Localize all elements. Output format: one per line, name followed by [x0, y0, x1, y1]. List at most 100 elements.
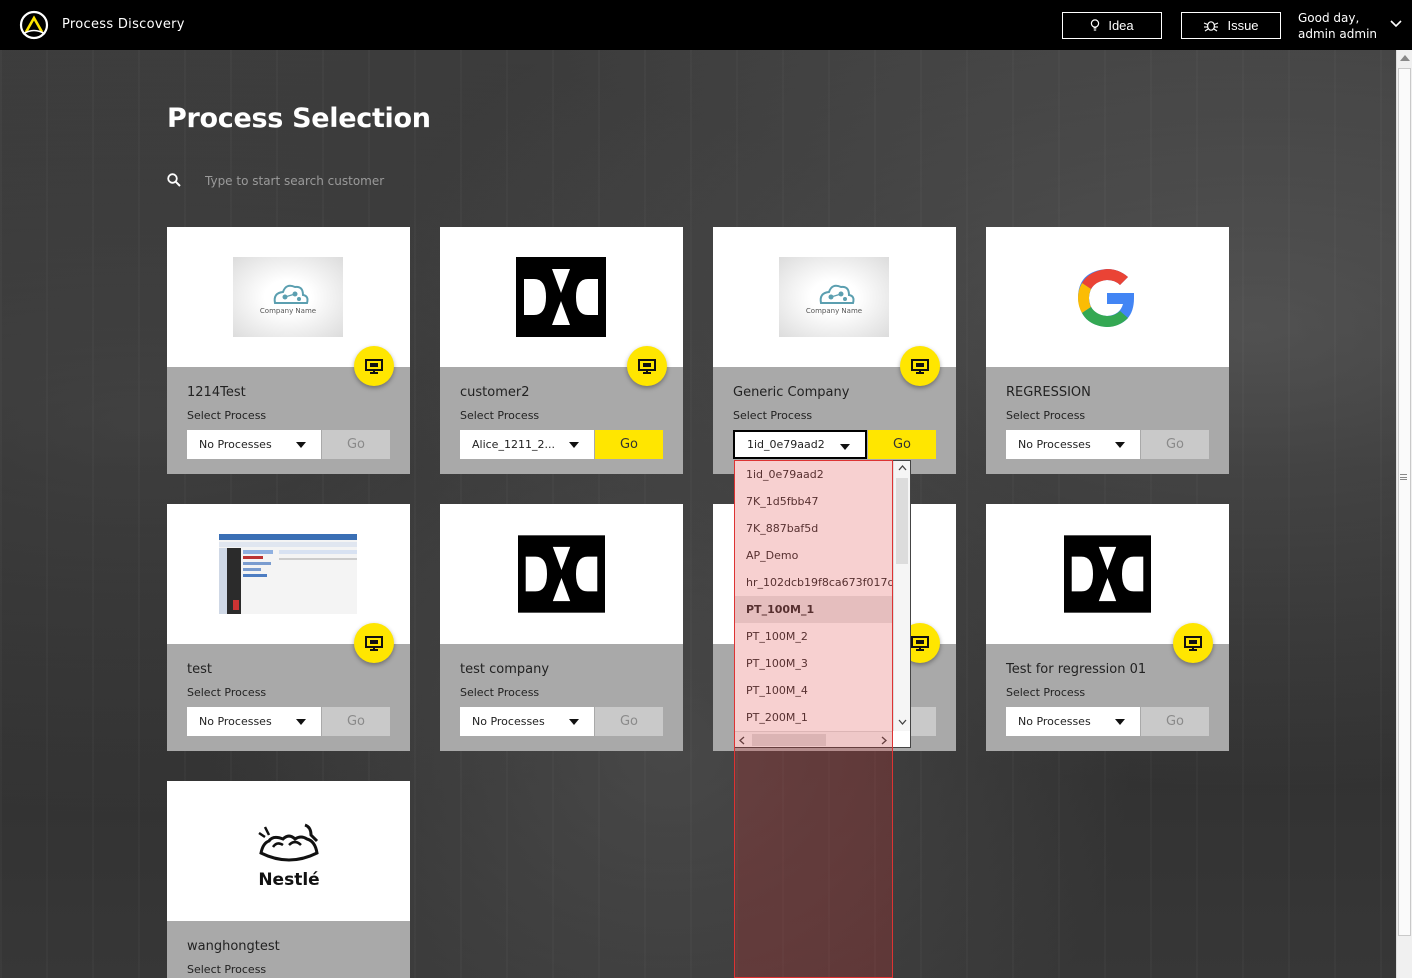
go-button[interactable]: Go — [322, 707, 390, 736]
dxc-logo — [1064, 535, 1151, 613]
customer-search-input[interactable] — [195, 168, 495, 194]
dropdown-option[interactable]: 7K_1d5fbb47 — [735, 488, 893, 515]
process-dropdown-list[interactable]: 1id_0e79aad2 7K_1d5fbb47 7K_887baf5d AP_… — [734, 460, 911, 748]
dropdown-option-hovered[interactable]: PT_100M_1 — [735, 596, 893, 623]
process-select-value: No Processes — [472, 715, 545, 728]
screenshot-thumbnail — [219, 534, 357, 614]
app-logo-icon[interactable] — [19, 10, 49, 40]
card-logo-area — [986, 227, 1229, 367]
process-select[interactable]: No Processes — [460, 707, 594, 736]
monitor-icon — [1184, 635, 1202, 651]
monitor-icon — [911, 635, 929, 651]
customer-card-test-for-regression-01: Test for regression 01 Select Process No… — [986, 504, 1229, 751]
process-select-open[interactable]: 1id_0e79aad2 — [733, 430, 867, 459]
process-select[interactable]: No Processes — [187, 707, 321, 736]
page-title: Process Selection — [167, 103, 431, 134]
company-name-text: Company Name — [806, 307, 862, 315]
customer-name: wanghongtest — [187, 939, 280, 954]
process-select[interactable]: No Processes — [1006, 707, 1140, 736]
process-monitor-button[interactable] — [354, 346, 394, 386]
top-bar: Process Discovery Idea Issue Good day, a… — [0, 0, 1412, 50]
caret-down-icon — [569, 442, 579, 448]
dropdown-options: 1id_0e79aad2 7K_1d5fbb47 7K_887baf5d AP_… — [735, 461, 893, 731]
customer-card-customer2: customer2 Select Process Alice_1211_2...… — [440, 227, 683, 474]
customer-name: test company — [460, 662, 550, 677]
process-select-value: No Processes — [199, 715, 272, 728]
dropdown-option[interactable]: PT_100M_2 — [735, 623, 893, 650]
dropdown-hscroll-thumb[interactable] — [752, 734, 826, 746]
dropdown-option[interactable]: PT_100M_3 — [735, 650, 893, 677]
company-name-logo: Company Name — [233, 257, 343, 337]
google-logo — [1078, 269, 1134, 327]
app-title[interactable]: Process Discovery — [62, 17, 185, 32]
go-button[interactable]: Go — [595, 707, 663, 736]
dropdown-option[interactable]: PT_200M_1 — [735, 704, 893, 731]
customer-card-wanghongtest: Nestlé wanghongtest Select Process — [167, 781, 410, 978]
select-process-label: Select Process — [187, 686, 267, 699]
monitor-icon — [638, 358, 656, 374]
process-monitor-button[interactable] — [1173, 623, 1213, 663]
caret-down-icon — [1115, 442, 1125, 448]
page-scrollbar[interactable] — [1396, 50, 1412, 978]
select-process-label: Select Process — [187, 963, 267, 976]
process-monitor-button[interactable] — [900, 346, 940, 386]
dropdown-horizontal-scrollbar[interactable] — [735, 731, 893, 747]
customer-name: Test for regression 01 — [1006, 662, 1147, 677]
dxc-logo — [516, 257, 606, 337]
process-monitor-button[interactable] — [627, 346, 667, 386]
customer-name: 1214Test — [187, 385, 246, 400]
go-button[interactable]: Go — [595, 430, 663, 459]
caret-down-icon — [1115, 719, 1125, 725]
user-name: admin admin — [1298, 27, 1378, 41]
scroll-down-arrow-icon[interactable] — [898, 719, 907, 725]
page-scrollbar-thumb[interactable] — [1398, 68, 1411, 936]
dropdown-scroll-thumb[interactable] — [896, 478, 908, 564]
go-button[interactable]: Go — [1141, 430, 1209, 459]
process-select-value: No Processes — [1018, 715, 1091, 728]
process-monitor-button[interactable] — [354, 623, 394, 663]
customer-name: Generic Company — [733, 385, 850, 400]
select-process-label: Select Process — [1006, 409, 1086, 422]
process-select-value: No Processes — [199, 438, 272, 451]
customer-card-test-company: test company Select Process No Processes… — [440, 504, 683, 751]
dropdown-vertical-scrollbar[interactable] — [893, 461, 910, 731]
company-name-text: Company Name — [260, 307, 316, 315]
dropdown-option[interactable]: hr_102dcb19f8ca673f017de — [735, 569, 893, 596]
scroll-grip-icon — [1400, 474, 1407, 480]
cloud-network-icon: Company Name — [806, 284, 862, 315]
dropdown-option[interactable]: AP_Demo — [735, 542, 893, 569]
company-name-logo: Company Name — [779, 257, 889, 337]
nestle-wordmark: Nestlé — [258, 870, 319, 889]
issue-button[interactable]: Issue — [1181, 12, 1281, 39]
dropdown-option[interactable]: 1id_0e79aad2 — [735, 461, 893, 488]
scroll-up-arrow-icon[interactable] — [1400, 55, 1410, 61]
idea-button-label: Idea — [1108, 18, 1134, 33]
process-select[interactable]: Alice_1211_2... — [460, 430, 594, 459]
scroll-left-arrow-icon[interactable] — [739, 736, 745, 745]
customer-card-regression: REGRESSION Select Process No Processes G… — [986, 227, 1229, 474]
search-icon — [167, 173, 181, 187]
caret-down-icon — [296, 719, 306, 725]
caret-down-icon — [840, 444, 850, 450]
dropdown-option[interactable]: PT_100M_4 — [735, 677, 893, 704]
go-button[interactable]: Go — [322, 430, 390, 459]
customer-card-1214test: Company Name 1214Test Select Process No … — [167, 227, 410, 474]
scroll-up-arrow-icon[interactable] — [898, 465, 907, 471]
monitor-icon — [365, 358, 383, 374]
process-select[interactable]: No Processes — [1006, 430, 1140, 459]
dropdown-option[interactable]: 7K_887baf5d — [735, 515, 893, 542]
monitor-icon — [365, 635, 383, 651]
issue-button-label: Issue — [1227, 18, 1259, 33]
customer-name: test — [187, 662, 212, 677]
caret-down-icon — [569, 719, 579, 725]
customer-card-generic-company: Company Name Generic Company Select Proc… — [713, 227, 956, 474]
idea-button[interactable]: Idea — [1062, 12, 1162, 39]
process-select-value: No Processes — [1018, 438, 1091, 451]
go-button[interactable]: Go — [1141, 707, 1209, 736]
user-greeting[interactable]: Good day, admin admin — [1298, 10, 1377, 42]
process-select[interactable]: No Processes — [187, 430, 321, 459]
scroll-right-arrow-icon[interactable] — [881, 736, 887, 745]
go-button[interactable]: Go — [868, 430, 936, 459]
customer-name: customer2 — [460, 385, 530, 400]
chevron-down-icon[interactable] — [1390, 20, 1402, 28]
